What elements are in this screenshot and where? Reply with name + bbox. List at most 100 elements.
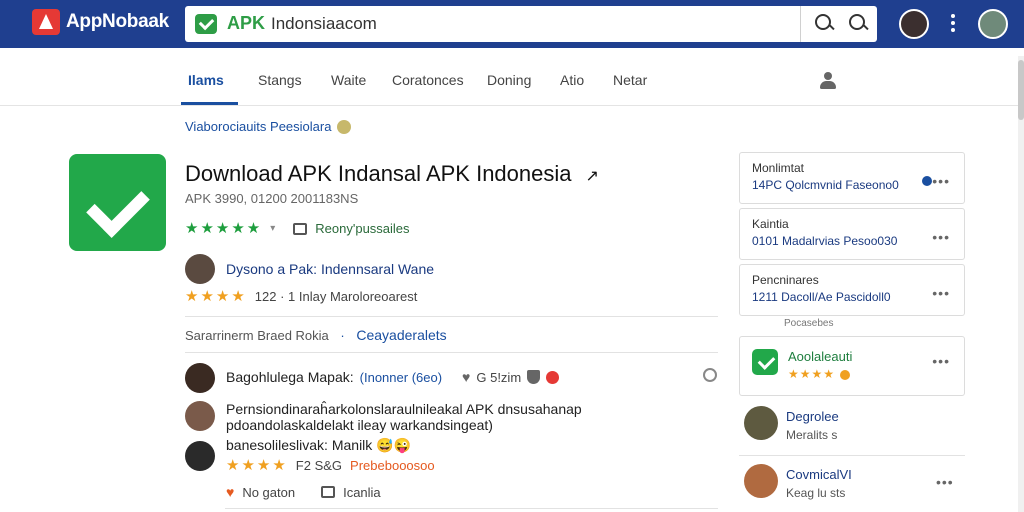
- reviews-link[interactable]: Reony'pussailes: [315, 221, 409, 236]
- info-value-2: 0101 Madalrvias Pesoo030: [752, 234, 898, 248]
- review-actions: ♥ No gaton Icanlia: [226, 484, 381, 500]
- review-body: Pernsiondinaraĥarkolonslaraulnileakal AP…: [226, 401, 582, 454]
- active-tab-indicator: [181, 102, 238, 105]
- person-name-1[interactable]: Degrolee: [786, 409, 839, 424]
- sidebar-note: Pocasebes: [784, 318, 834, 329]
- app-rating-stars: ★★★★★: [185, 220, 263, 237]
- tab-netar[interactable]: Netar: [613, 72, 647, 88]
- section-separator: ·: [340, 328, 345, 343]
- alert-badge-icon: [546, 370, 560, 384]
- reviewer-avatar[interactable]: [185, 363, 215, 393]
- user-icon[interactable]: [820, 72, 836, 90]
- review-line-1: Pernsiondinaraĥarkolonslaraulnileakal AP…: [226, 401, 582, 417]
- reply-button[interactable]: Icanlia: [343, 485, 381, 500]
- related-app-icon: [752, 349, 778, 375]
- share-arrow-icon[interactable]: ↗: [586, 166, 599, 186]
- tab-bar: Ilams Stangs Waite Coratonces Doning Ati…: [0, 56, 1024, 106]
- info-badge-icon: [922, 176, 932, 186]
- search-prefix-label: APK: [227, 13, 266, 33]
- review-rating-meta: F2 S&G: [295, 458, 343, 473]
- developer-name[interactable]: Dysono a Pak: Indennsaral Wane: [226, 261, 434, 277]
- developer-avatar[interactable]: [185, 254, 215, 284]
- reviewer-avatar-3[interactable]: [185, 441, 215, 471]
- app-rating-row: ★★★★★ ▾ Reony'pussailes: [185, 221, 410, 236]
- review-highlight: Prebebooosoo: [350, 458, 435, 473]
- scrollbar-track[interactable]: [1018, 56, 1024, 512]
- rating-dropdown-icon[interactable]: ▾: [270, 223, 275, 234]
- info-label: Monlimtat: [752, 161, 805, 175]
- review-line-2: pdoandolaskaldelakt ileay warkandsingeat…: [226, 417, 493, 433]
- developer-rating-stars: ★★★★: [185, 288, 247, 305]
- section-link[interactable]: Ceayaderalets: [356, 327, 446, 343]
- related-app-card[interactable]: Aoolaleauti ★★★★ •••: [739, 336, 965, 396]
- info-label-2: Kaintia: [752, 217, 789, 231]
- profile-avatar[interactable]: [978, 9, 1008, 39]
- tab-coratonces[interactable]: Coratonces: [392, 72, 464, 88]
- search-bar[interactable]: APK: [185, 6, 877, 42]
- section-label: Sararrinerm Braed Rokia: [185, 328, 329, 343]
- verified-badge-icon: [337, 119, 352, 134]
- review-meta: G 5!zim: [476, 369, 522, 385]
- person-name-2[interactable]: CovmicalVI: [786, 467, 852, 482]
- reviewer-name[interactable]: Bagohlulega Mapak:: [226, 369, 354, 385]
- person-sub-1: Meralits s: [786, 428, 838, 442]
- review-tag: (Inonner (6eo): [359, 369, 443, 385]
- more-options-icon[interactable]: •••: [932, 173, 950, 189]
- search-icon[interactable]: [815, 14, 835, 34]
- reviewer-avatar-2[interactable]: [185, 401, 215, 431]
- tab-atio[interactable]: Atio: [560, 72, 584, 88]
- person-avatar-2[interactable]: [744, 464, 778, 498]
- info-label-3: Pencninares: [752, 273, 819, 287]
- scrollbar-thumb[interactable]: [1018, 60, 1024, 120]
- like-button[interactable]: No gaton: [242, 485, 295, 500]
- review-header: Bagohlulega Mapak: (Inonner (6eo) ♥ G 5!…: [226, 369, 560, 385]
- search-submit-icon[interactable]: [849, 14, 869, 34]
- like-icon[interactable]: ♥: [226, 484, 234, 500]
- breadcrumb-text[interactable]: Viaborociauits Peesiolara: [185, 119, 331, 134]
- more-options-icon-2[interactable]: •••: [932, 229, 950, 245]
- brand-logo[interactable]: AppNobaak: [32, 9, 169, 35]
- section-heading: Sararrinerm Braed Rokia · Ceayaderalets: [185, 327, 447, 343]
- brand-logo-icon: [32, 9, 60, 35]
- top-app-bar: AppNobaak APK: [0, 0, 1024, 48]
- more-options-icon-3[interactable]: •••: [932, 285, 950, 301]
- more-menu-icon[interactable]: [951, 14, 955, 34]
- tab-stangs[interactable]: Stangs: [258, 72, 302, 88]
- info-value: 14PC Qolcmvnid Faseono0: [752, 178, 899, 192]
- reply-icon[interactable]: [321, 486, 336, 498]
- tab-doning[interactable]: Doning: [487, 72, 531, 88]
- app-title-text: Download APK Indansal APK Indonesia: [185, 161, 572, 186]
- person-avatar-1[interactable]: [744, 406, 778, 440]
- tab-waite[interactable]: Waite: [331, 72, 366, 88]
- person-sub-2: Keag lu sts: [786, 486, 846, 500]
- clock-icon[interactable]: [703, 368, 717, 382]
- brand-name: AppNobaak: [66, 11, 169, 32]
- app-version-info: APK 3990, 01200 2001183NS: [185, 191, 359, 206]
- review-stars: ★★★★: [226, 457, 288, 474]
- tab-ilams[interactable]: Ilams: [188, 72, 224, 88]
- heart-icon[interactable]: ♥: [462, 369, 470, 385]
- info-card-2[interactable]: Kaintia 0101 Madalrvias Pesoo030 •••: [739, 208, 965, 260]
- account-avatar[interactable]: [899, 9, 929, 39]
- search-divider: [800, 6, 801, 42]
- more-options-icon-5[interactable]: •••: [936, 474, 1010, 490]
- breadcrumb[interactable]: Viaborociauits Peesiolara: [185, 119, 352, 134]
- developer-rating-row: ★★★★ 122 · 1 Inlay Maroloreoarest: [185, 289, 417, 304]
- related-app-badge-icon: [840, 370, 850, 380]
- search-input[interactable]: [271, 12, 831, 36]
- info-card-3[interactable]: Pencninares 1211 Dacoll/Ae Pascidoll0 ••…: [739, 264, 965, 316]
- related-app-stars: ★★★★: [788, 367, 836, 381]
- section-divider: [185, 316, 718, 317]
- info-card-1[interactable]: Monlimtat 14PC Qolcmvnid Faseono0 •••: [739, 152, 965, 204]
- review-line-3: banesolileslivak: Manilk 😅😜: [226, 437, 412, 453]
- sidebar-divider: [739, 455, 965, 456]
- more-options-icon-4[interactable]: •••: [932, 353, 950, 369]
- section-divider-2: [185, 352, 718, 353]
- info-value-3: 1211 Dacoll/Ae Pascidoll0: [752, 290, 891, 304]
- review-rating-row: ★★★★ F2 S&G Prebebooosoo: [226, 458, 435, 473]
- comment-icon: [293, 222, 308, 235]
- shield-icon: [527, 370, 541, 384]
- related-app-title[interactable]: Aoolaleauti: [788, 349, 852, 364]
- footer-divider: [225, 508, 718, 509]
- developer-rating-text: 122 · 1 Inlay Maroloreoarest: [254, 289, 418, 304]
